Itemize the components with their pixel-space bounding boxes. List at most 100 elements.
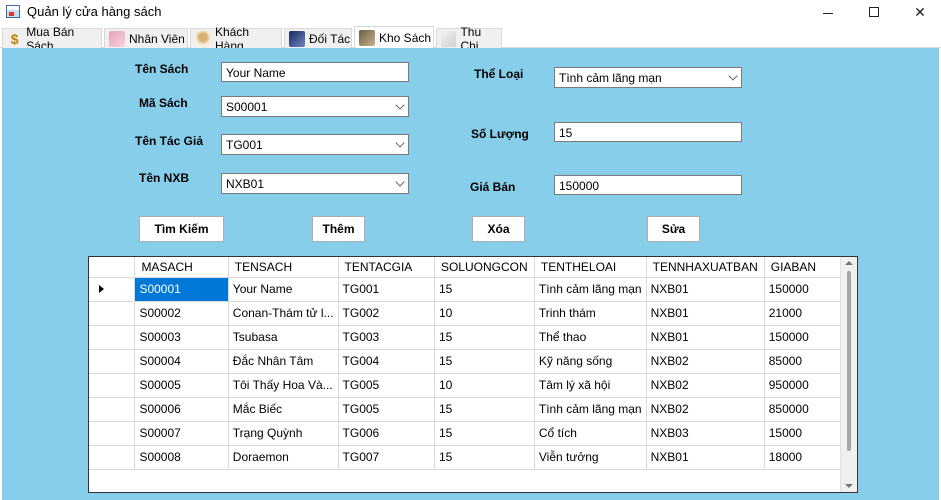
table-cell[interactable]: 15	[434, 349, 535, 374]
table-cell[interactable]: S00001	[134, 277, 229, 302]
table-cell[interactable]: 10	[434, 373, 535, 398]
table-cell[interactable]: Doraemon	[228, 445, 339, 470]
table-cell[interactable]: 10	[434, 301, 535, 326]
table-row[interactable]: S00007 Trạng Quỳnh TG006 15 Cổ tích NXB0…	[89, 421, 857, 446]
row-header[interactable]	[89, 349, 136, 374]
row-header[interactable]	[89, 373, 136, 398]
tab-kho-sach[interactable]: Kho Sách	[354, 26, 434, 48]
chevron-down-icon[interactable]	[395, 100, 405, 110]
table-cell[interactable]: Mắc Biếc	[228, 397, 339, 422]
table-row[interactable]: S00003 Tsubasa TG003 15 Thể thao NXB01 1…	[89, 325, 857, 350]
table-cell[interactable]: Cổ tích	[534, 421, 647, 446]
tab-nhan-vien[interactable]: Nhân Viên	[104, 28, 188, 48]
table-cell[interactable]: NXB03	[646, 421, 765, 446]
minimize-button[interactable]	[805, 0, 851, 24]
dollar-icon: $	[10, 30, 19, 47]
tab-mua-ban-sach[interactable]: $ Mua Bán Sách	[2, 25, 102, 53]
so-luong-input[interactable]: 15	[554, 122, 742, 142]
column-header[interactable]: TENSACH	[228, 257, 339, 278]
table-cell[interactable]: 15	[434, 277, 535, 302]
table-cell[interactable]: TG007	[338, 445, 435, 470]
chevron-down-icon[interactable]	[395, 138, 405, 148]
nxb-combobox[interactable]: NXB01	[221, 173, 409, 194]
table-row[interactable]: S00006 Mắc Biếc TG005 15 Tình cảm lãng m…	[89, 397, 857, 422]
table-cell[interactable]: NXB02	[646, 397, 765, 422]
table-cell[interactable]: Tình cảm lãng mạn	[534, 397, 647, 422]
scrollbar-thumb[interactable]	[847, 271, 851, 451]
table-cell[interactable]: S00005	[134, 373, 229, 398]
table-cell[interactable]: Trạng Quỳnh	[228, 421, 339, 446]
table-cell[interactable]: S00007	[134, 421, 229, 446]
table-cell[interactable]: NXB02	[646, 349, 765, 374]
table-cell[interactable]: TG005	[338, 397, 435, 422]
table-cell[interactable]: S00002	[134, 301, 229, 326]
table-cell[interactable]: Your Name	[228, 277, 339, 302]
add-button[interactable]: Thêm	[312, 216, 365, 242]
table-cell[interactable]: Tsubasa	[228, 325, 339, 350]
table-cell[interactable]: 15	[434, 421, 535, 446]
scroll-up-icon[interactable]	[845, 261, 853, 265]
search-button[interactable]: Tìm Kiếm	[139, 216, 224, 242]
table-cell[interactable]: S00006	[134, 397, 229, 422]
column-header[interactable]: MASACH	[134, 257, 229, 278]
table-cell[interactable]: NXB01	[646, 301, 765, 326]
close-button[interactable]: ✕	[897, 0, 941, 24]
tac-gia-combobox[interactable]: TG001	[221, 134, 409, 155]
table-cell[interactable]: TG003	[338, 325, 435, 350]
table-cell[interactable]: 15	[434, 325, 535, 350]
tab-khach-hang[interactable]: Khách Hàng	[190, 25, 282, 53]
vertical-scrollbar[interactable]	[840, 257, 857, 492]
table-cell[interactable]: 15	[434, 445, 535, 470]
table-cell[interactable]: NXB01	[646, 277, 765, 302]
chevron-down-icon[interactable]	[395, 177, 405, 187]
table-cell[interactable]: Trinh thám	[534, 301, 647, 326]
table-cell[interactable]: NXB01	[646, 445, 765, 470]
ten-sach-input[interactable]: Your Name	[221, 62, 409, 82]
table-cell[interactable]: Viễn tưởng	[534, 445, 647, 470]
table-cell[interactable]: S00008	[134, 445, 229, 470]
table-cell[interactable]: TG004	[338, 349, 435, 374]
column-header[interactable]: SOLUONGCON	[434, 257, 535, 278]
column-header[interactable]: TENTACGIA	[338, 257, 435, 278]
table-cell[interactable]: 15	[434, 397, 535, 422]
table-cell[interactable]: NXB02	[646, 373, 765, 398]
table-cell[interactable]: TG005	[338, 373, 435, 398]
row-header[interactable]	[89, 301, 136, 326]
row-header[interactable]	[89, 277, 136, 302]
row-header[interactable]	[89, 445, 136, 470]
table-cell[interactable]: Tôi Thấy Hoa Và...	[228, 373, 339, 398]
row-header[interactable]	[89, 421, 136, 446]
scroll-down-icon[interactable]	[845, 484, 853, 488]
chevron-down-icon[interactable]	[728, 71, 738, 81]
table-cell[interactable]: Thể thao	[534, 325, 647, 350]
table-row[interactable]: S00008 Doraemon TG007 15 Viễn tưởng NXB0…	[89, 445, 857, 470]
edit-button[interactable]: Sửa	[647, 216, 700, 242]
tab-doi-tac[interactable]: Đối Tác	[284, 28, 352, 48]
table-row[interactable]: S00005 Tôi Thấy Hoa Và... TG005 10 Tâm l…	[89, 373, 857, 398]
table-row[interactable]: S00002 Conan-Thám tử l... TG002 10 Trinh…	[89, 301, 857, 326]
table-cell[interactable]: Tình cảm lãng mạn	[534, 277, 647, 302]
row-header[interactable]	[89, 397, 136, 422]
delete-button[interactable]: Xóa	[472, 216, 525, 242]
table-cell[interactable]: NXB01	[646, 325, 765, 350]
table-cell[interactable]: Đắc Nhân Tâm	[228, 349, 339, 374]
table-cell[interactable]: Conan-Thám tử l...	[228, 301, 339, 326]
tab-thu-chi[interactable]: Thu Chi	[436, 25, 502, 53]
table-cell[interactable]: TG002	[338, 301, 435, 326]
maximize-button[interactable]	[851, 0, 897, 24]
column-header[interactable]: TENTHELOAI	[534, 257, 647, 278]
table-cell[interactable]: TG001	[338, 277, 435, 302]
table-cell[interactable]: Tâm lý xã hội	[534, 373, 647, 398]
table-cell[interactable]: TG006	[338, 421, 435, 446]
ma-sach-combobox[interactable]: S00001	[221, 96, 409, 117]
column-header[interactable]: TENNHAXUATBAN	[646, 257, 765, 278]
the-loai-combobox[interactable]: Tình cảm lãng mạn	[554, 67, 742, 88]
row-header[interactable]	[89, 325, 136, 350]
table-row[interactable]: S00001 Your Name TG001 15 Tình cảm lãng …	[89, 277, 857, 302]
table-cell[interactable]: S00004	[134, 349, 229, 374]
table-row[interactable]: S00004 Đắc Nhân Tâm TG004 15 Kỹ năng sốn…	[89, 349, 857, 374]
table-cell[interactable]: Kỹ năng sống	[534, 349, 647, 374]
table-cell[interactable]: S00003	[134, 325, 229, 350]
books-grid[interactable]: MASACH TENSACH TENTACGIA SOLUONGCON TENT…	[88, 256, 858, 493]
gia-ban-input[interactable]: 150000	[554, 175, 742, 195]
